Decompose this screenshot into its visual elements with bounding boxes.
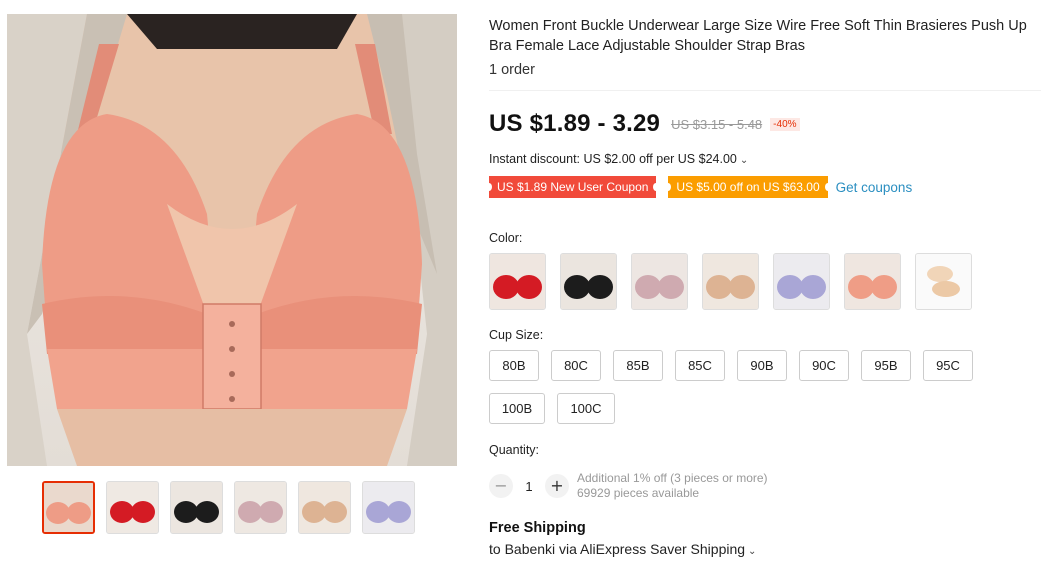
size-option[interactable]: 85B — [613, 350, 663, 381]
color-swatch-pads[interactable] — [915, 253, 972, 310]
thumbnail-image — [171, 482, 222, 533]
swatch-image — [916, 254, 971, 309]
color-swatch-pink[interactable] — [489, 253, 546, 310]
bulk-discount-text: Additional 1% off (3 pieces or more) — [577, 471, 768, 485]
quantity-info: Additional 1% off (3 pieces or more) 699… — [577, 471, 768, 501]
swatch-image — [490, 254, 545, 309]
thumbnail-6[interactable] — [362, 481, 415, 534]
shipping-title: Free Shipping — [489, 520, 586, 536]
color-swatch-black[interactable] — [560, 253, 617, 310]
shipping-detail[interactable]: to Babenki via AliExpress Saver Shipping… — [489, 541, 756, 557]
thumbnail-2[interactable] — [106, 481, 159, 534]
instant-discount[interactable]: Instant discount: US $2.00 off per US $2… — [489, 152, 748, 166]
quantity-input[interactable]: 1 — [513, 479, 545, 494]
chevron-down-icon: ⌄ — [739, 155, 749, 166]
size-option[interactable]: 80B — [489, 350, 539, 381]
thumbnail-strip — [42, 481, 415, 534]
thumbnail-1[interactable] — [42, 481, 95, 534]
quantity-label: Quantity: — [489, 443, 540, 457]
thumbnail-4[interactable] — [234, 481, 287, 534]
color-swatches — [489, 253, 972, 310]
product-photo — [7, 14, 457, 466]
thumbnail-image — [363, 482, 414, 533]
coupon-row: US $1.89 New User Coupon US $5.00 off on… — [485, 176, 913, 198]
swatch-image — [845, 254, 900, 309]
shipping-detail-text: to Babenki via AliExpress Saver Shipping — [489, 541, 746, 557]
chevron-down-icon: ⌄ — [748, 546, 757, 557]
size-option[interactable]: 85C — [675, 350, 725, 381]
decrease-quantity-button[interactable]: − — [489, 474, 513, 498]
color-swatch-lavender[interactable] — [773, 253, 830, 310]
swatch-image — [703, 254, 758, 309]
price-row: US $1.89 - 3.29 US $3.15 - 5.48 -40% — [489, 110, 800, 138]
increase-quantity-button[interactable]: + — [545, 474, 569, 498]
size-option[interactable]: 95B — [861, 350, 911, 381]
thumbnail-3[interactable] — [170, 481, 223, 534]
size-option[interactable]: 80C — [551, 350, 601, 381]
thumbnail-image — [299, 482, 350, 533]
color-swatch-coral[interactable] — [844, 253, 901, 310]
product-title: Women Front Buckle Underwear Large Size … — [489, 18, 1027, 54]
thumbnail-image — [107, 482, 158, 533]
original-price: US $3.15 - 5.48 — [671, 116, 763, 132]
current-price: US $1.89 - 3.29 — [489, 110, 661, 137]
color-label: Color: — [489, 231, 523, 245]
swatch-image — [561, 254, 616, 309]
instant-discount-text: Instant discount: US $2.00 off per US $2… — [489, 152, 737, 166]
store-coupon[interactable]: US $5.00 off on US $63.00 — [665, 176, 831, 198]
thumbnail-5[interactable] — [298, 481, 351, 534]
new-user-coupon[interactable]: US $1.89 New User Coupon — [485, 176, 660, 198]
stock-available-text: 69929 pieces available — [577, 486, 700, 500]
quantity-stepper: − 1 + Additional 1% off (3 pieces or mor… — [489, 471, 768, 501]
swatch-image — [632, 254, 687, 309]
thumbnail-image — [44, 483, 93, 532]
main-product-image[interactable] — [7, 14, 457, 466]
cup-size-label: Cup Size: — [489, 328, 544, 342]
size-option[interactable]: 95C — [923, 350, 973, 381]
swatch-image — [774, 254, 829, 309]
size-option[interactable]: 90B — [737, 350, 787, 381]
thumbnail-image — [235, 482, 286, 533]
divider — [489, 90, 1041, 91]
order-count: 1 order — [489, 62, 535, 78]
size-option[interactable]: 100C — [557, 393, 615, 424]
get-coupons-link[interactable]: Get coupons — [836, 180, 913, 195]
size-option[interactable]: 90C — [799, 350, 849, 381]
color-swatch-skin[interactable] — [702, 253, 759, 310]
color-swatch-mauve[interactable] — [631, 253, 688, 310]
discount-badge: -40% — [770, 117, 800, 131]
cup-size-options: 80B 80C 85B 85C 90B 90C 95B 95C 100B 100… — [489, 350, 1009, 424]
size-option[interactable]: 100B — [489, 393, 545, 424]
